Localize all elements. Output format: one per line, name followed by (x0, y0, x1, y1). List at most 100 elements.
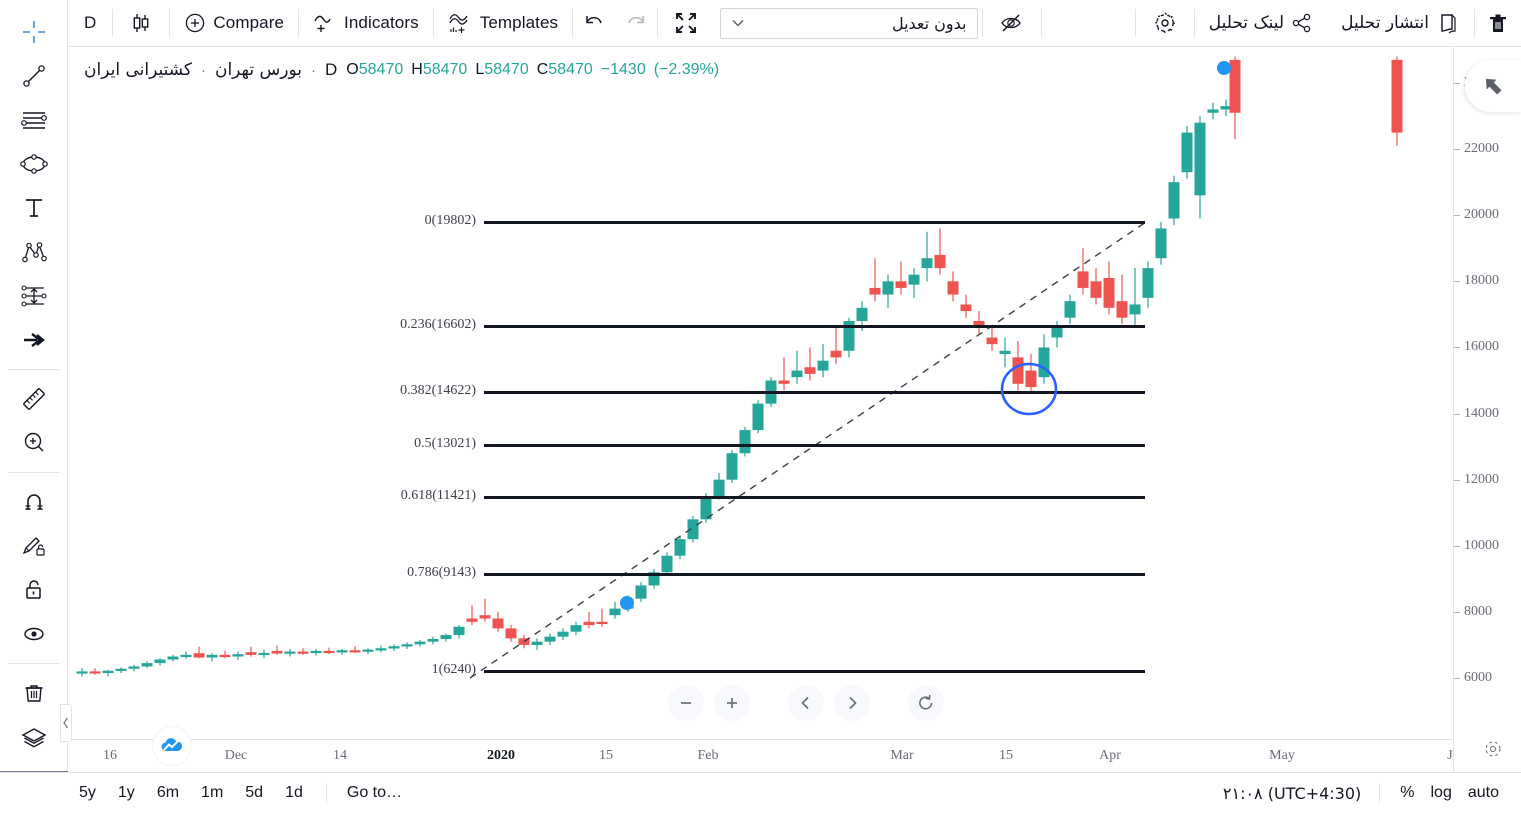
settings-button[interactable] (1136, 0, 1194, 47)
fib-retracement-icon[interactable] (0, 274, 68, 318)
chart-style-button[interactable] (113, 0, 169, 47)
crosshair-icon[interactable] (0, 10, 68, 54)
trash-icon[interactable] (0, 671, 68, 715)
gear-icon (1485, 741, 1501, 757)
time-tick-label: Apr (1099, 748, 1121, 763)
tradingview-chart-app: D Compare Indicators Templates بدون تعدی… (0, 0, 1521, 813)
candle-body (167, 656, 179, 660)
fib-level-line[interactable] (484, 444, 1145, 447)
share-analysis-button[interactable]: لینک تحلیل (1195, 0, 1327, 47)
fib-level-line[interactable] (484, 496, 1145, 499)
indicators-button[interactable]: Indicators (299, 0, 433, 47)
drawing-anchor-dot[interactable] (620, 596, 634, 610)
gear-icon (1152, 10, 1178, 36)
fib-level-label: 1(6240) (431, 662, 476, 677)
range-button-1m[interactable]: 1m (192, 780, 232, 806)
candle-body (856, 307, 868, 321)
trash-icon (1487, 11, 1509, 35)
trend-line-icon[interactable] (0, 54, 68, 98)
candle-body (388, 646, 400, 649)
adjustment-select[interactable]: بدون تعدیل (720, 7, 978, 39)
chart-canvas[interactable]: 0(19802) 0.236(16602) 0.382(14622) 0.5(1302… (68, 47, 1453, 772)
ellipse-icon[interactable] (0, 142, 68, 186)
candle-body (921, 258, 933, 269)
zoom-out-button[interactable] (668, 685, 704, 721)
zoom-in-icon[interactable] (0, 421, 68, 465)
chart-settings-button[interactable] (1478, 734, 1508, 764)
candle-body (726, 453, 738, 480)
candle-body (947, 281, 959, 295)
fullscreen-button[interactable] (658, 0, 714, 47)
measure-ruler-icon[interactable] (0, 377, 68, 421)
time-tick-label: 14 (333, 748, 347, 763)
drawing-anchor-dot[interactable] (1217, 61, 1231, 75)
price-axis[interactable]: 2400022000200001800016000140001200010000… (1453, 47, 1521, 772)
compare-button[interactable]: Compare (170, 0, 298, 47)
chevron-left-icon (801, 696, 809, 710)
fib-level-line[interactable] (484, 391, 1145, 394)
go-to-button[interactable]: Go to… (339, 780, 410, 806)
candle-body (219, 654, 231, 658)
elliott-wave-icon[interactable] (0, 230, 68, 274)
candle-body (1181, 132, 1193, 173)
layers-icon[interactable] (0, 715, 68, 759)
candle-body (466, 618, 478, 622)
log-scale-button[interactable]: log (1423, 780, 1460, 806)
time-axis[interactable]: 16 Dec 14 2020 15 Feb Mar 15 Apr May J (68, 739, 1453, 772)
time-tick-label: 15 (599, 748, 613, 763)
percent-scale-button[interactable]: % (1392, 780, 1422, 806)
arrow-icon[interactable] (0, 318, 68, 362)
range-button-1d[interactable]: 1d (276, 780, 312, 806)
magnet-icon[interactable] (0, 480, 68, 524)
price-tick-mark (1454, 611, 1460, 613)
templates-button[interactable]: Templates (434, 0, 572, 47)
scroll-left-button[interactable] (788, 685, 824, 721)
share-analysis-label: لینک تحلیل (1208, 13, 1285, 33)
time-tick-label: May (1269, 748, 1295, 763)
symbol-name[interactable]: کشتیرانی ایران (84, 60, 192, 80)
range-button-6m[interactable]: 6m (148, 780, 188, 806)
text-icon[interactable] (0, 186, 68, 230)
redo-button[interactable] (615, 0, 657, 47)
clock-display[interactable]: ۲۱:۰۸ (UTC+4:30) (1217, 780, 1367, 807)
zoom-in-button[interactable] (714, 685, 750, 721)
indicators-label: Indicators (344, 13, 419, 32)
candle-body (141, 663, 153, 667)
top-toolbar: D Compare Indicators Templates بدون تعدی… (68, 0, 1521, 47)
candle-body (635, 585, 647, 599)
range-button-5d[interactable]: 5d (236, 780, 272, 806)
close-value: 58470 (548, 61, 593, 78)
time-tick-label: Feb (697, 748, 719, 763)
drawing-mode-icon[interactable] (0, 524, 68, 568)
candle-body (414, 641, 426, 645)
axis-collapse-button[interactable] (1465, 60, 1521, 112)
fib-level-line[interactable] (484, 221, 1145, 224)
publish-analysis-button[interactable]: انتشار تحلیل (1327, 0, 1474, 47)
reset-chart-button[interactable] (908, 685, 944, 721)
fib-level-line[interactable] (484, 573, 1145, 576)
candle-body (245, 652, 257, 655)
interval-button[interactable]: D (68, 0, 112, 47)
lock-icon[interactable] (0, 568, 68, 612)
candle-body (583, 621, 595, 626)
candle-body (1103, 278, 1115, 308)
horizontal-lines-icon[interactable] (0, 98, 68, 142)
hide-drawings-button[interactable] (983, 0, 1041, 47)
undo-button[interactable] (573, 0, 615, 47)
candle-body (492, 618, 504, 629)
price-tick-label: 12000 (1464, 471, 1499, 487)
eye-icon[interactable] (0, 612, 68, 656)
candle-body (1090, 281, 1102, 298)
delete-button[interactable] (1475, 0, 1521, 47)
auto-scale-button[interactable]: auto (1460, 780, 1507, 806)
scroll-right-button[interactable] (834, 685, 870, 721)
range-button-5y[interactable]: 5y (70, 780, 105, 806)
fib-level-line[interactable] (484, 670, 1145, 673)
pane-collapse-button[interactable] (60, 704, 72, 742)
chart-logo-badge[interactable] (152, 726, 192, 766)
reset-icon (919, 694, 933, 710)
range-button-1y[interactable]: 1y (109, 780, 144, 806)
price-tick-mark (1454, 83, 1460, 84)
candle-body (440, 635, 452, 639)
fib-level-line[interactable] (484, 325, 1145, 328)
